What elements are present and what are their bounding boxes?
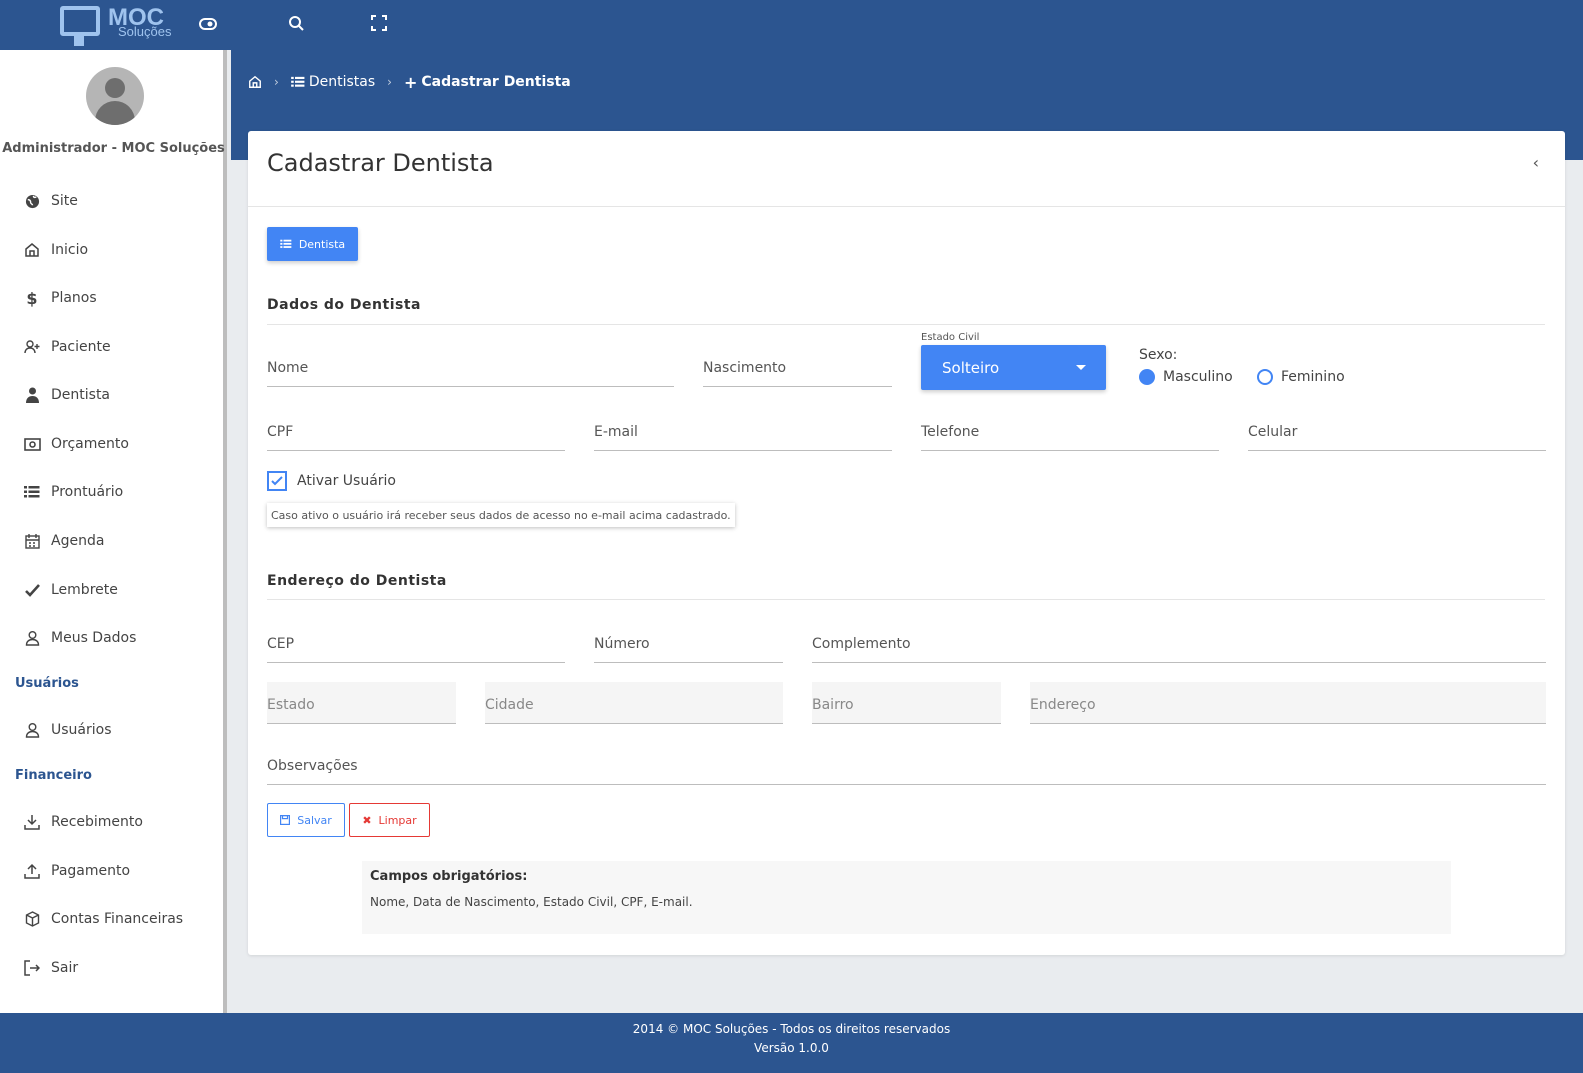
numero-field[interactable]: Número xyxy=(594,623,783,663)
brand-logo[interactable]: MOC Soluções xyxy=(58,2,178,48)
list-icon xyxy=(290,76,305,88)
brand-subtitle: Soluções xyxy=(118,24,172,39)
breadcrumb: › Dentistas › + Cadastrar Dentista xyxy=(248,72,571,92)
estado-civil-label: Estado Civil xyxy=(921,332,980,343)
home-icon[interactable] xyxy=(248,75,262,89)
section-dados-title: Dados do Dentista xyxy=(267,297,421,313)
sidebar-item-pagamento[interactable]: Pagamento xyxy=(0,851,223,891)
sidebar: Administrador - MOC Soluções Site Inicio… xyxy=(0,50,227,1013)
sidebar-item-dentista[interactable]: Dentista xyxy=(0,375,223,415)
doctor-icon xyxy=(23,386,41,404)
plus-icon: + xyxy=(403,72,418,92)
sexo-label: Sexo: xyxy=(1139,347,1178,363)
home-icon xyxy=(23,241,41,259)
breadcrumb-current: + Cadastrar Dentista xyxy=(403,72,571,92)
save-button[interactable]: Salvar xyxy=(267,803,345,837)
cidade-field: Cidade xyxy=(485,682,783,724)
dollar-icon: $ xyxy=(26,288,38,308)
nome-field[interactable]: Nome xyxy=(267,347,674,387)
sidebar-item-site[interactable]: Site xyxy=(0,181,223,221)
email-field[interactable]: E-mail xyxy=(594,411,892,451)
search-icon[interactable] xyxy=(287,14,309,36)
sidebar-item-paciente[interactable]: Paciente xyxy=(0,327,223,367)
footer: 2014 © MOC Soluções - Todos os direitos … xyxy=(0,1013,1583,1073)
clear-button[interactable]: ✖ Limpar xyxy=(349,803,430,837)
bairro-field: Bairro xyxy=(812,682,1001,724)
sidebar-item-agenda[interactable]: Agenda xyxy=(0,521,223,561)
estado-field: Estado xyxy=(267,682,456,724)
nascimento-field[interactable]: Nascimento xyxy=(703,347,892,387)
dentista-list-button[interactable]: Dentista xyxy=(267,227,358,261)
sidebar-item-lembrete[interactable]: Lembrete xyxy=(0,570,223,610)
sidebar-item-sair[interactable]: Sair xyxy=(0,948,223,988)
top-bar: MOC Soluções xyxy=(0,0,1583,50)
estado-civil-select[interactable]: Solteiro xyxy=(921,345,1106,390)
caret-down-icon xyxy=(1076,365,1086,370)
page-title: Cadastrar Dentista xyxy=(267,149,494,177)
calendar-icon xyxy=(23,532,41,550)
close-icon: ✖ xyxy=(362,813,372,827)
footer-copyright: 2014 © MOC Soluções - Todos os direitos … xyxy=(632,1022,951,1036)
sidebar-item-prontuario[interactable]: Prontuário xyxy=(0,472,223,512)
toggle-sidebar-icon[interactable] xyxy=(198,14,220,36)
sidebar-item-contas-financeiras[interactable]: Contas Financeiras xyxy=(0,899,223,939)
form-card: Cadastrar Dentista ‹ Dentista Dados do D… xyxy=(248,131,1565,955)
section-endereco-title: Endereço do Dentista xyxy=(267,573,447,589)
ativar-usuario-hint: Caso ativo o usuário irá receber seus da… xyxy=(267,503,735,527)
radio-masculino[interactable]: Masculino xyxy=(1139,369,1233,385)
avatar[interactable] xyxy=(86,67,144,125)
checkbox-checked-icon xyxy=(267,471,287,491)
user-plus-icon xyxy=(23,338,41,356)
monitor-logo-icon xyxy=(60,6,100,36)
section-usuarios: Usuários xyxy=(15,676,79,691)
complemento-field[interactable]: Complemento xyxy=(812,623,1546,663)
radio-feminino[interactable]: Feminino xyxy=(1257,369,1345,385)
chevron-right-icon: › xyxy=(274,75,279,89)
user-name: Administrador - MOC Soluções xyxy=(2,141,225,156)
money-bill-icon xyxy=(23,435,41,453)
logout-icon xyxy=(23,959,41,977)
download-icon xyxy=(23,813,41,831)
section-financeiro: Financeiro xyxy=(15,768,92,783)
user-icon xyxy=(23,629,41,647)
sidebar-item-recebimento[interactable]: Recebimento xyxy=(0,802,223,842)
cube-icon xyxy=(23,910,41,928)
collapse-chevron-icon[interactable]: ‹ xyxy=(1533,153,1539,172)
sidebar-item-inicio[interactable]: Inicio xyxy=(0,230,223,270)
chevron-right-icon: › xyxy=(387,75,392,89)
footer-version: Versão 1.0.0 xyxy=(754,1041,829,1055)
observacoes-field[interactable]: Observações xyxy=(267,745,1546,785)
celular-field[interactable]: Celular xyxy=(1248,411,1546,451)
list-icon xyxy=(280,239,292,249)
cep-field[interactable]: CEP xyxy=(267,623,565,663)
sidebar-item-orcamento[interactable]: Orçamento xyxy=(0,424,223,464)
globe-icon xyxy=(23,192,41,210)
floppy-disk-icon xyxy=(280,815,291,825)
breadcrumb-dentistas[interactable]: Dentistas xyxy=(290,74,375,90)
cpf-field[interactable]: CPF xyxy=(267,411,565,451)
sidebar-item-usuarios[interactable]: Usuários xyxy=(0,710,223,750)
list-icon xyxy=(23,483,41,501)
sidebar-item-meus-dados[interactable]: Meus Dados xyxy=(0,618,223,658)
upload-icon xyxy=(23,862,41,880)
check-icon xyxy=(23,581,41,599)
ativar-usuario-checkbox[interactable]: Ativar Usuário xyxy=(267,471,396,491)
radio-checked-icon xyxy=(1139,369,1155,385)
fullscreen-icon[interactable] xyxy=(370,14,392,36)
sidebar-item-planos[interactable]: $ Planos xyxy=(0,278,223,318)
endereco-field: Endereço xyxy=(1030,682,1546,724)
user-icon xyxy=(23,721,41,739)
radio-unchecked-icon xyxy=(1257,369,1273,385)
telefone-field[interactable]: Telefone xyxy=(921,411,1219,451)
required-fields-note: Campos obrigatórios: Nome, Data de Nasci… xyxy=(362,861,1451,934)
